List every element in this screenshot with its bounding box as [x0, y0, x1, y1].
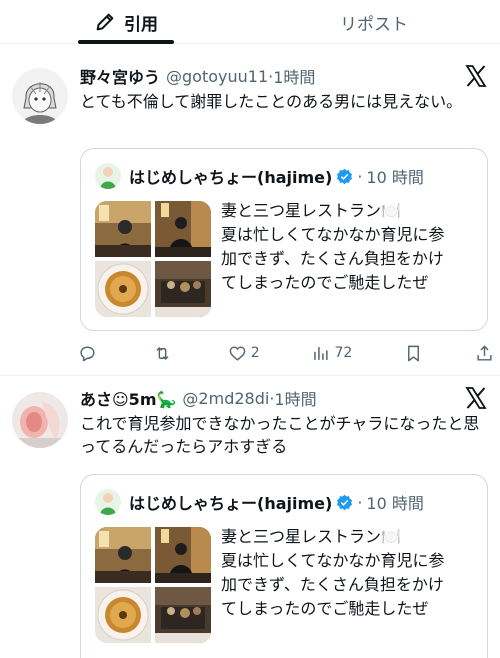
separator-dot: · [357, 166, 363, 186]
pen-icon [96, 13, 114, 31]
quoted-post-text: 妻と三つ星レストラン🍽️ 夏は忙しくてなかなか育児に参 加できず、たくさん負担を… [221, 199, 483, 295]
photo-thumbnail[interactable] [95, 261, 151, 317]
separator-dot: · [357, 492, 363, 512]
author-handle[interactable]: @2md28di [182, 389, 269, 408]
quoted-text-line: 加できず、たくさん負担をかけ [221, 575, 444, 594]
x-logo-icon [465, 65, 487, 87]
photo-thumbnail[interactable] [155, 201, 211, 257]
reply-icon [80, 345, 95, 361]
photo-thumbnail[interactable] [155, 527, 211, 583]
quoted-author-name: はじめしゃちょー(hajime) [129, 494, 333, 513]
tab-bar: 引用 リポスト [0, 0, 500, 44]
heart-icon [229, 345, 246, 361]
post-time[interactable]: 1時間 [274, 386, 316, 410]
reply-button[interactable] [78, 344, 101, 363]
quoted-post[interactable]: はじめしゃちょー(hajime) · 10 時間 妻と三つ星レストラン🍽️ 夏は… [80, 474, 488, 658]
quoted-text-line: 夏は忙しくてなかなか育児に参 [221, 551, 445, 570]
quoted-text-line: 加できず、たくさん負担をかけ [221, 249, 444, 268]
x-logo-icon [465, 387, 487, 409]
bookmark-icon [408, 345, 420, 361]
photo-thumbnail[interactable] [155, 587, 211, 643]
author-handle[interactable]: @gotoyuu11 [166, 67, 268, 86]
post[interactable]: あさ☺5m🦕 @2md28di · 1時間 これで育児参加できなかったことがチャ… [0, 378, 500, 658]
bookmark-button[interactable] [404, 344, 423, 363]
quoted-post[interactable]: はじめしゃちょー(hajime) · 10 時間 妻と三つ星レストラン🍽️ 夏は… [80, 148, 488, 331]
author-name[interactable]: 野々宮ゆう [80, 64, 160, 88]
quoted-text-line: 妻と三つ星レストラン🍽️ [221, 201, 401, 220]
avatar[interactable] [12, 68, 68, 124]
photo-thumbnail[interactable] [95, 587, 151, 643]
quoted-text-line: てしまったのでご馳走したぜ [221, 273, 429, 292]
quoted-avatar [95, 489, 121, 515]
quoted-post-header: はじめしゃちょー(hajime) · 10 時間 [95, 161, 424, 191]
verified-badge-icon [337, 494, 353, 510]
analytics-icon [314, 346, 329, 360]
tab-quotes[interactable]: 引用 [78, 0, 174, 44]
avatar[interactable] [12, 392, 68, 448]
share-button[interactable] [475, 344, 494, 363]
quoted-author-name: はじめしゃちょー(hajime) [129, 168, 333, 187]
quoted-post-text: 妻と三つ星レストラン🍽️ 夏は忙しくてなかなか育児に参 加できず、たくさん負担を… [221, 525, 483, 621]
quoted-media-grid[interactable] [95, 527, 211, 643]
view-count: 72 [334, 345, 353, 361]
post-header: 野々宮ゆう @gotoyuu11 · 1時間 [80, 64, 488, 88]
quoted-text-line: てしまったのでご馳走したぜ [221, 599, 429, 618]
quoted-avatar [95, 163, 121, 189]
tab-quotes-label: 引用 [124, 14, 158, 35]
tab-reposts-label: リポスト [340, 14, 408, 35]
share-icon [477, 344, 492, 361]
views-button[interactable]: 72 [311, 344, 352, 363]
repost-button[interactable] [153, 344, 176, 363]
post-text: とても不倫して謝罪したことのある男には見えない。 [80, 92, 463, 111]
post-text: これで育児参加できなかったことがチャラになったと思ってるんだったらアホすぎる [80, 414, 480, 456]
quoted-post-time: 10 時間 [366, 494, 424, 513]
quoted-post-header: はじめしゃちょー(hajime) · 10 時間 [95, 487, 424, 517]
like-button[interactable]: 2 [228, 344, 260, 363]
post[interactable]: 野々宮ゆう @gotoyuu11 · 1時間 とても不倫して謝罪したことのある男… [0, 58, 500, 376]
tab-reposts[interactable]: リポスト [326, 0, 422, 44]
quoted-text-line: 妻と三つ星レストラン🍽️ [221, 527, 401, 546]
photo-thumbnail[interactable] [95, 201, 151, 257]
photo-thumbnail[interactable] [95, 527, 151, 583]
quoted-media-grid[interactable] [95, 201, 211, 317]
author-name[interactable]: あさ☺5m🦕 [80, 386, 176, 410]
active-tab-indicator [78, 40, 174, 44]
verified-badge-icon [337, 168, 353, 184]
photo-thumbnail[interactable] [155, 261, 211, 317]
post-time[interactable]: 1時間 [273, 64, 315, 88]
post-header: あさ☺5m🦕 @2md28di · 1時間 [80, 386, 488, 410]
like-count: 2 [250, 345, 260, 361]
post-actions: 2 72 [78, 342, 494, 364]
quoted-text-line: 夏は忙しくてなかなか育児に参 [221, 225, 445, 244]
repost-icon [156, 346, 169, 360]
quoted-post-time: 10 時間 [366, 168, 424, 187]
